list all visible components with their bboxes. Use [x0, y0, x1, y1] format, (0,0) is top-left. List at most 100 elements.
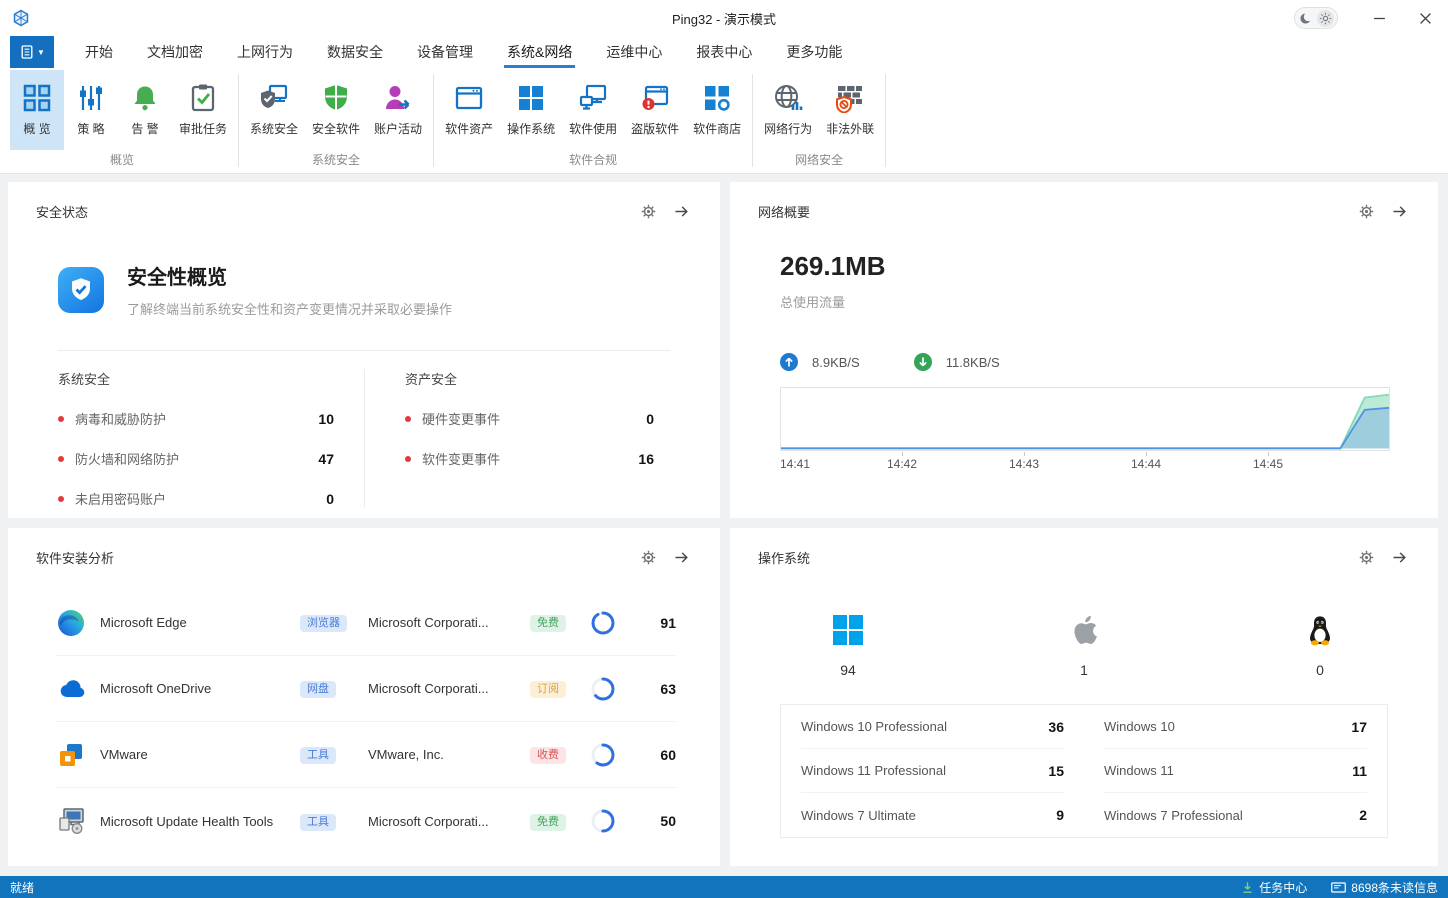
network-behavior-globe-icon [773, 83, 803, 113]
chevron-down-icon: ▼ [37, 48, 45, 57]
minimize-button[interactable] [1356, 0, 1402, 36]
software-row-vmware[interactable]: VMware 工具 VMware, Inc. 收费 60 [56, 722, 676, 788]
overview-grid-icon [22, 83, 52, 113]
titlebar: Ping32 - 演示模式 [0, 0, 1448, 36]
ribbon-item-system-security[interactable]: 系统安全 [243, 70, 305, 150]
tab-data-security[interactable]: 数据安全 [310, 36, 400, 68]
panel-security-status: 安全状态 安全性概览 了解终端当前系统安全性和资产变更情况并采取必要操作 系统安… [8, 182, 720, 518]
ribbon-item-overview[interactable]: 概 览 [10, 70, 64, 150]
security-overview-subtitle: 了解终端当前系统安全性和资产变更情况并采取必要操作 [127, 299, 452, 318]
gear-icon[interactable] [640, 549, 657, 566]
os-table-row: Windows 10 17 [1104, 705, 1367, 749]
ribbon-item-operating-system[interactable]: 操作系统 [500, 70, 562, 150]
sun-icon[interactable] [1317, 10, 1334, 27]
axis-tick [1024, 452, 1025, 456]
axis-tick [1268, 452, 1269, 456]
ribbon-item-software-usage[interactable]: 软件使用 [562, 70, 624, 150]
alert-dot-icon [58, 496, 64, 502]
panel-operating-systems: 操作系统 94 1 0 [730, 528, 1438, 866]
network-traffic-chart [780, 387, 1390, 451]
software-usage-monitors-icon [578, 83, 608, 113]
tab-ops-center[interactable]: 运维中心 [589, 36, 679, 68]
tab-doc-encryption[interactable]: 文档加密 [130, 36, 220, 68]
security-software-shield-icon [321, 83, 351, 113]
arrow-right-icon[interactable] [1391, 549, 1408, 566]
ribbon-group-overview: 概 览 策 略 告 警 审批任务 概览 [8, 68, 236, 173]
vmware-icon [56, 740, 86, 770]
stat-row-hardware-change: 硬件变更事件 0 [405, 409, 654, 428]
edge-browser-icon [56, 608, 86, 638]
approval-clipboard-icon [188, 83, 218, 113]
ribbon-item-pirated-software[interactable]: 盗版软件 [624, 70, 686, 150]
stat-row-virus-threat: 病毒和威胁防护 10 [58, 409, 334, 428]
software-row-onedrive[interactable]: Microsoft OneDrive 网盘 Microsoft Corporat… [56, 656, 676, 722]
unread-messages-button[interactable]: 8698条未读信息 [1331, 879, 1438, 896]
price-badge: 订阅 [530, 681, 566, 698]
main-menu-button[interactable]: ▼ [10, 36, 54, 68]
gear-icon[interactable] [1358, 549, 1375, 566]
theme-toggle[interactable] [1294, 7, 1338, 29]
close-button[interactable] [1402, 0, 1448, 36]
panel-software-install-analysis: 软件安装分析 Microsoft Edge 浏览器 Microsoft Corp… [8, 528, 720, 866]
install-ratio-ring [590, 610, 630, 636]
stat-row-firewall-network: 防火墙和网络防护 47 [58, 449, 334, 468]
ribbon-item-alerts[interactable]: 告 警 [118, 70, 172, 150]
tab-web-behavior[interactable]: 上网行为 [220, 36, 310, 68]
install-count: 91 [630, 615, 676, 631]
gear-icon[interactable] [1358, 203, 1375, 220]
axis-label: 14:45 [1253, 457, 1283, 471]
install-count: 50 [630, 813, 676, 829]
ribbon-group-software-compliance: 软件资产 操作系统 软件使用 盗版软件 软件商店 软件合规 [436, 68, 750, 173]
ribbon-group-network-security: 网络行为 非法外联 网络安全 [755, 68, 883, 173]
tab-start[interactable]: 开始 [68, 36, 130, 68]
ribbon-separator [885, 74, 886, 167]
os-table-row: Windows 7 Professional 2 [1104, 793, 1367, 837]
category-badge: 工具 [300, 747, 336, 764]
software-asset-window-icon [454, 83, 484, 113]
ribbon-group-system-security: 系统安全 安全软件 账户活动 系统安全 [241, 68, 431, 173]
gear-icon[interactable] [640, 203, 657, 220]
tab-more-features[interactable]: 更多功能 [769, 36, 859, 68]
os-family-windows: 94 [730, 611, 966, 678]
os-table-row: Windows 11 11 [1104, 749, 1367, 793]
ribbon-item-network-behavior[interactable]: 网络行为 [757, 70, 819, 150]
install-count: 63 [630, 681, 676, 697]
ribbon-group-label: 软件合规 [436, 151, 750, 173]
ribbon-item-policy[interactable]: 策 略 [64, 70, 118, 150]
ribbon-item-approval-tasks[interactable]: 审批任务 [172, 70, 234, 150]
tab-report-center[interactable]: 报表中心 [679, 36, 769, 68]
axis-tick [902, 452, 903, 456]
ribbon-item-software-asset[interactable]: 软件资产 [438, 70, 500, 150]
moon-icon[interactable] [1298, 11, 1313, 26]
software-row-edge[interactable]: Microsoft Edge 浏览器 Microsoft Corporati..… [56, 590, 676, 656]
tab-device-management[interactable]: 设备管理 [400, 36, 490, 68]
task-center-button[interactable]: 任务中心 [1241, 879, 1307, 896]
section-title-asset-security: 资产安全 [405, 369, 654, 388]
ribbon-item-illegal-connection[interactable]: 非法外联 [819, 70, 881, 150]
download-speed: 11.8KB/S [946, 355, 1000, 370]
installer-computer-icon [56, 806, 86, 836]
ribbon-item-security-software[interactable]: 安全软件 [305, 70, 367, 150]
arrow-right-icon[interactable] [1391, 203, 1408, 220]
ribbon-separator [433, 74, 434, 167]
ribbon-item-software-store[interactable]: 软件商店 [686, 70, 748, 150]
software-row-update-health-tools[interactable]: Microsoft Update Health Tools 工具 Microso… [56, 788, 676, 854]
ribbon-item-account-activity[interactable]: 账户活动 [367, 70, 429, 150]
ribbon-group-label: 概览 [8, 151, 236, 173]
os-table-row: Windows 11 Professional 15 [801, 749, 1064, 793]
arrow-right-icon[interactable] [673, 549, 690, 566]
total-traffic-value: 269.1MB [780, 251, 1438, 282]
axis-tick [1146, 452, 1147, 456]
ribbon-group-label: 系统安全 [241, 151, 431, 173]
os-family-count: 0 [1316, 662, 1324, 678]
os-family-linux: 0 [1202, 611, 1438, 678]
tab-system-network[interactable]: 系统&网络 [490, 36, 589, 68]
total-traffic-label: 总使用流量 [780, 292, 1438, 311]
linux-tux-icon [1301, 611, 1339, 649]
ribbon: 概 览 策 略 告 警 审批任务 概览 系统安全 [0, 68, 1448, 174]
window-title: Ping32 - 演示模式 [0, 9, 1448, 28]
apple-logo-icon [1065, 611, 1103, 649]
os-windows-icon [516, 83, 546, 113]
panel-title: 网络概要 [758, 202, 810, 221]
arrow-right-icon[interactable] [673, 203, 690, 220]
